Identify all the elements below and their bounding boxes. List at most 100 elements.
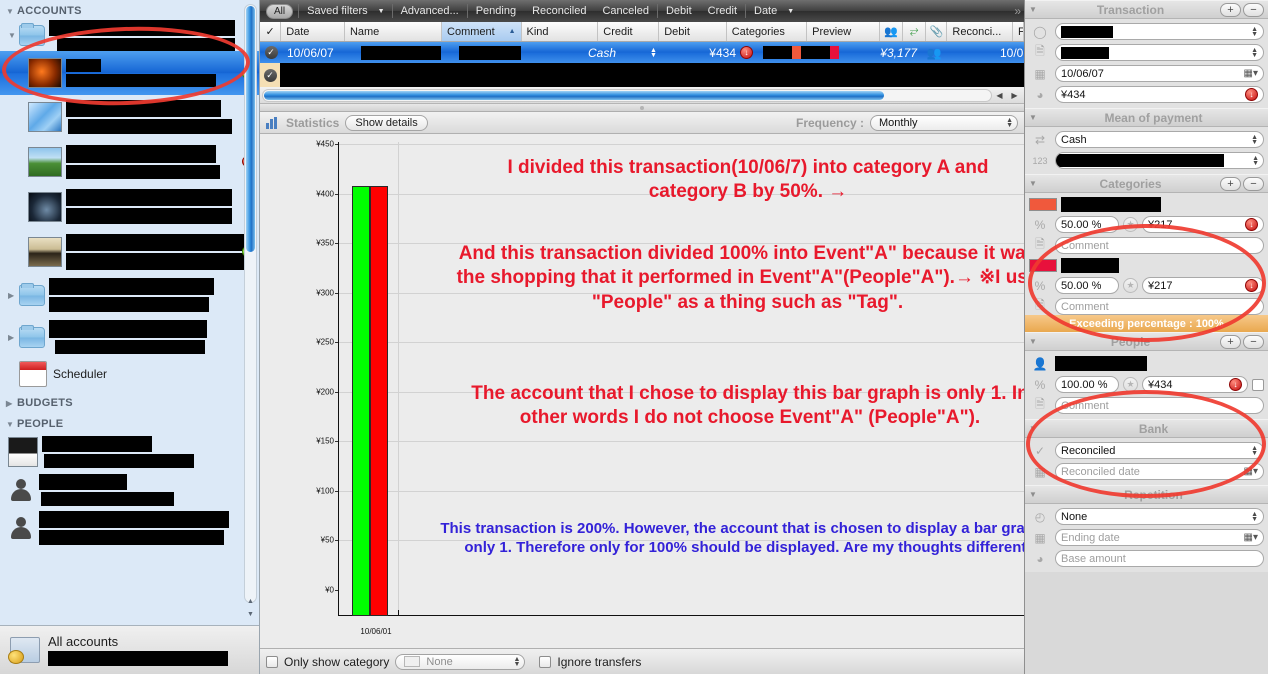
disclosure-triangle-icon[interactable]: ▼ [1029,179,1043,188]
category-percent-field[interactable]: 50.00 % [1055,216,1119,233]
ignore-transfers-checkbox[interactable] [539,655,552,668]
sidebar-folder-row[interactable] [0,274,259,316]
overflow-chevron-icon[interactable]: » [1014,4,1021,18]
frequency-select[interactable]: Monthly ▲ ▼ [870,114,1018,131]
reconcile-status-select[interactable]: Reconciled ▲ ▼ [1055,442,1264,459]
remove-transaction-button[interactable]: − [1243,2,1264,17]
sidebar-item-account[interactable] [0,184,259,229]
calendar-picker-icon[interactable]: ▦▾ [1244,532,1258,543]
sidebar-scroll-area[interactable]: ACCOUNTS [0,0,259,625]
section-header-transaction[interactable]: ▼ Transaction + − [1025,0,1268,19]
column-header-name[interactable]: Name [345,22,443,41]
sidebar-scrollbar-thumb[interactable] [246,6,255,252]
row-check[interactable]: ✓ [260,63,280,87]
star-button[interactable]: ★ [1123,377,1138,392]
section-header-people[interactable]: ▼ People + − [1025,332,1268,351]
column-header-date[interactable]: Date [281,22,345,41]
payee-field[interactable]: ▲ ▼ [1055,23,1264,40]
add-transaction-button[interactable]: + [1220,2,1241,17]
column-header-comment[interactable]: Comment ▲ [442,22,522,41]
category-comment-field[interactable]: Comment [1055,237,1264,254]
hscroll-track[interactable] [262,88,992,102]
ending-date-field[interactable]: Ending date ▦▾ [1055,529,1264,546]
star-button[interactable]: ★ [1123,217,1138,232]
hscroll-thumb[interactable] [264,90,884,100]
disclosure-triangle-icon[interactable]: ▼ [1029,424,1043,433]
sidebar-item-person[interactable] [0,433,259,471]
note-field[interactable]: ▲ ▼ [1055,44,1264,61]
only-show-category-checkbox[interactable] [266,655,278,668]
sidebar-item-account[interactable] [0,139,259,184]
sidebar-item-scheduler[interactable]: Scheduler [0,358,259,390]
sidebar-scrollbar[interactable] [244,4,257,603]
disclosure-triangle-icon[interactable] [8,31,19,40]
sidebar-item-account-selected[interactable] [0,51,259,95]
column-header-kind[interactable]: Kind [522,22,599,41]
show-details-button[interactable]: Show details [345,114,428,131]
sidebar-scroll-arrows[interactable]: ▲ ▼ [244,595,257,621]
scroll-right-icon[interactable]: ▶ [1011,91,1017,100]
category-color-swatch[interactable] [1029,259,1057,272]
amount-field[interactable]: ¥434 ↓ [1055,86,1264,103]
reconciled-date-field[interactable]: Reconciled date ▦▾ [1055,463,1264,480]
star-button[interactable]: ★ [1123,278,1138,293]
pane-splitter[interactable] [260,104,1024,112]
disclosure-triangle-icon[interactable] [6,420,17,429]
category-color-swatch[interactable] [1029,198,1057,211]
all-accounts-footer[interactable]: All accounts [0,625,259,674]
filter-credit[interactable]: Credit [700,5,745,17]
column-header-people-icon[interactable]: 👥 [880,22,904,41]
disclosure-triangle-icon[interactable] [8,333,19,342]
person-amount-field[interactable]: ¥434 ↓ [1142,376,1248,393]
filter-advanced[interactable]: Advanced... [393,5,467,17]
filter-debit[interactable]: Debit [658,5,700,17]
column-header-credit[interactable]: Credit [598,22,660,41]
chevron-down-icon[interactable]: ▼ [376,8,392,15]
category-amount-field[interactable]: ¥217 ↓ [1142,277,1264,294]
payment-number-field[interactable]: ▲ ▼ [1055,152,1264,169]
column-header-categories[interactable]: Categories [727,22,808,41]
disclosure-triangle-icon[interactable] [6,399,17,408]
sidebar-group-accounts[interactable]: ACCOUNTS [0,2,259,20]
sidebar-group-people[interactable]: PEOPLE [0,415,259,433]
base-amount-field[interactable]: Base amount [1055,550,1264,567]
hscroll-arrows[interactable]: ◀ ▶ [992,91,1022,100]
section-header-categories[interactable]: ▼ Categories + − [1025,174,1268,193]
scroll-down-icon[interactable]: ▼ [244,608,257,621]
column-header-check[interactable]: ✓ [260,22,282,41]
calendar-picker-icon[interactable]: ▦▾ [1244,466,1258,477]
add-category-button[interactable]: + [1220,176,1241,191]
sidebar-item-person[interactable] [0,471,259,509]
column-header-attachment-icon[interactable]: 📎 [926,22,948,41]
column-header-reconciled[interactable]: Reconci... [947,22,1013,41]
repetition-select[interactable]: None ▲ ▼ [1055,508,1264,525]
table-row[interactable]: ✓ 10/06/07 Cash ▲ ▼ ¥434 ↓ ¥3,177 👥 10/0 [260,42,1024,63]
person-comment-field[interactable]: Comment [1055,397,1264,414]
section-header-mean-of-payment[interactable]: ▼ Mean of payment [1025,108,1268,127]
add-person-button[interactable]: + [1220,334,1241,349]
disclosure-triangle-icon[interactable]: ▼ [1029,5,1043,14]
row-stepper[interactable]: ▲ ▼ [621,42,686,63]
category-amount-field[interactable]: ¥217 ↓ [1142,216,1264,233]
disclosure-triangle-icon[interactable] [6,7,17,16]
category-comment-field[interactable]: Comment [1055,298,1264,315]
section-header-bank[interactable]: ▼ Bank [1025,419,1268,438]
disclosure-triangle-icon[interactable]: ▼ [1029,337,1043,346]
sidebar-item-account[interactable] [0,229,259,274]
filter-date[interactable]: Date [746,5,785,17]
scroll-left-icon[interactable]: ◀ [996,91,1002,100]
filter-saved-filters[interactable]: Saved filters [299,5,376,17]
sidebar-folder-row[interactable] [0,316,259,358]
payment-method-select[interactable]: Cash ▲ ▼ [1055,131,1264,148]
column-header-transfer-icon[interactable]: ⥂ [903,22,927,41]
table-horizontal-scrollbar[interactable]: ◀ ▶ [260,87,1024,104]
category-percent-field[interactable]: 50.00 % [1055,277,1119,294]
sidebar-group-budgets[interactable]: BUDGETS [0,394,259,412]
column-header-preview[interactable]: Preview [807,22,881,41]
remove-category-button[interactable]: − [1243,176,1264,191]
row-check[interactable]: ✓ [260,42,282,63]
filter-reconciled[interactable]: Reconciled [524,5,594,17]
disclosure-triangle-icon[interactable]: ▼ [1029,113,1043,122]
filter-pending[interactable]: Pending [468,5,524,17]
sidebar-item-account[interactable] [0,95,259,139]
